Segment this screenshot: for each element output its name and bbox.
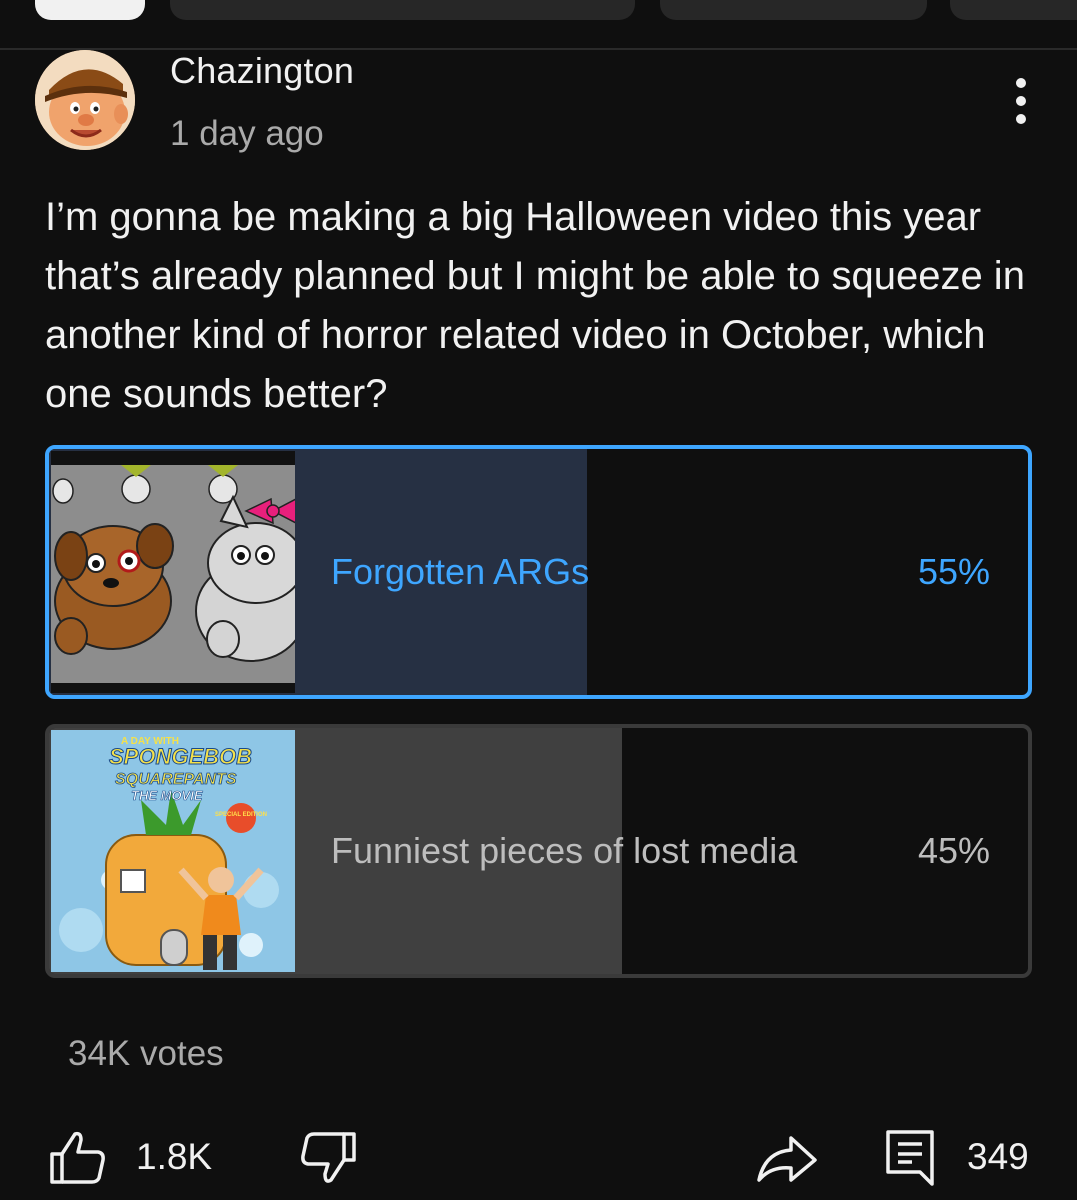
more-vert-icon bbox=[1016, 114, 1026, 124]
chip[interactable] bbox=[660, 0, 927, 20]
post-body: I’m gonna be making a big Halloween vide… bbox=[45, 195, 1025, 416]
dislike-button[interactable] bbox=[298, 1128, 358, 1188]
comment-icon bbox=[886, 1130, 934, 1186]
thumbnail-badge: SPECIAL EDITION bbox=[215, 812, 267, 818]
thumbnail-text: THE MOVIE bbox=[131, 788, 203, 803]
like-button[interactable]: 1.8K bbox=[48, 1128, 228, 1188]
poll-option[interactable]: Forgotten ARGs 55% bbox=[45, 445, 1032, 699]
more-vert-icon bbox=[1016, 96, 1026, 106]
channel-name[interactable]: Chazington bbox=[170, 50, 354, 92]
vote-count: 34K votes bbox=[68, 1034, 224, 1073]
poll-option-percentage: 45% bbox=[917, 830, 990, 871]
thumbs-up-icon bbox=[50, 1131, 105, 1184]
thumbs-down-icon bbox=[301, 1132, 356, 1183]
post-timestamp: 1 day ago bbox=[170, 114, 324, 153]
comment-count: 349 bbox=[967, 1136, 1029, 1177]
like-count: 1.8K bbox=[136, 1136, 213, 1177]
poll-option-label: Funniest pieces of lost media bbox=[331, 830, 798, 871]
comments-button[interactable]: 349 bbox=[884, 1128, 1044, 1188]
poll-option[interactable]: A DAY WITH SPONGEBOB SQUAREPANTS THE MOV… bbox=[45, 724, 1032, 978]
poll-option-percentage: 55% bbox=[917, 551, 990, 592]
channel-avatar[interactable] bbox=[35, 50, 135, 150]
more-options-button[interactable] bbox=[1000, 72, 1042, 128]
more-vert-icon bbox=[1016, 78, 1026, 88]
chip-selected[interactable] bbox=[35, 0, 145, 20]
top-chip-bar bbox=[0, 0, 1077, 50]
poll-option-thumbnail bbox=[51, 451, 295, 693]
share-icon bbox=[757, 1136, 817, 1182]
thumbnail-text: SQUAREPANTS bbox=[115, 771, 237, 788]
share-button[interactable] bbox=[755, 1128, 819, 1188]
poll-option-thumbnail: A DAY WITH SPONGEBOB SQUAREPANTS THE MOV… bbox=[51, 730, 295, 972]
chip[interactable] bbox=[950, 0, 1077, 20]
chip[interactable] bbox=[170, 0, 635, 20]
poll-option-label: Forgotten ARGs bbox=[331, 551, 590, 592]
thumbnail-text: SPONGEBOB bbox=[109, 744, 252, 769]
